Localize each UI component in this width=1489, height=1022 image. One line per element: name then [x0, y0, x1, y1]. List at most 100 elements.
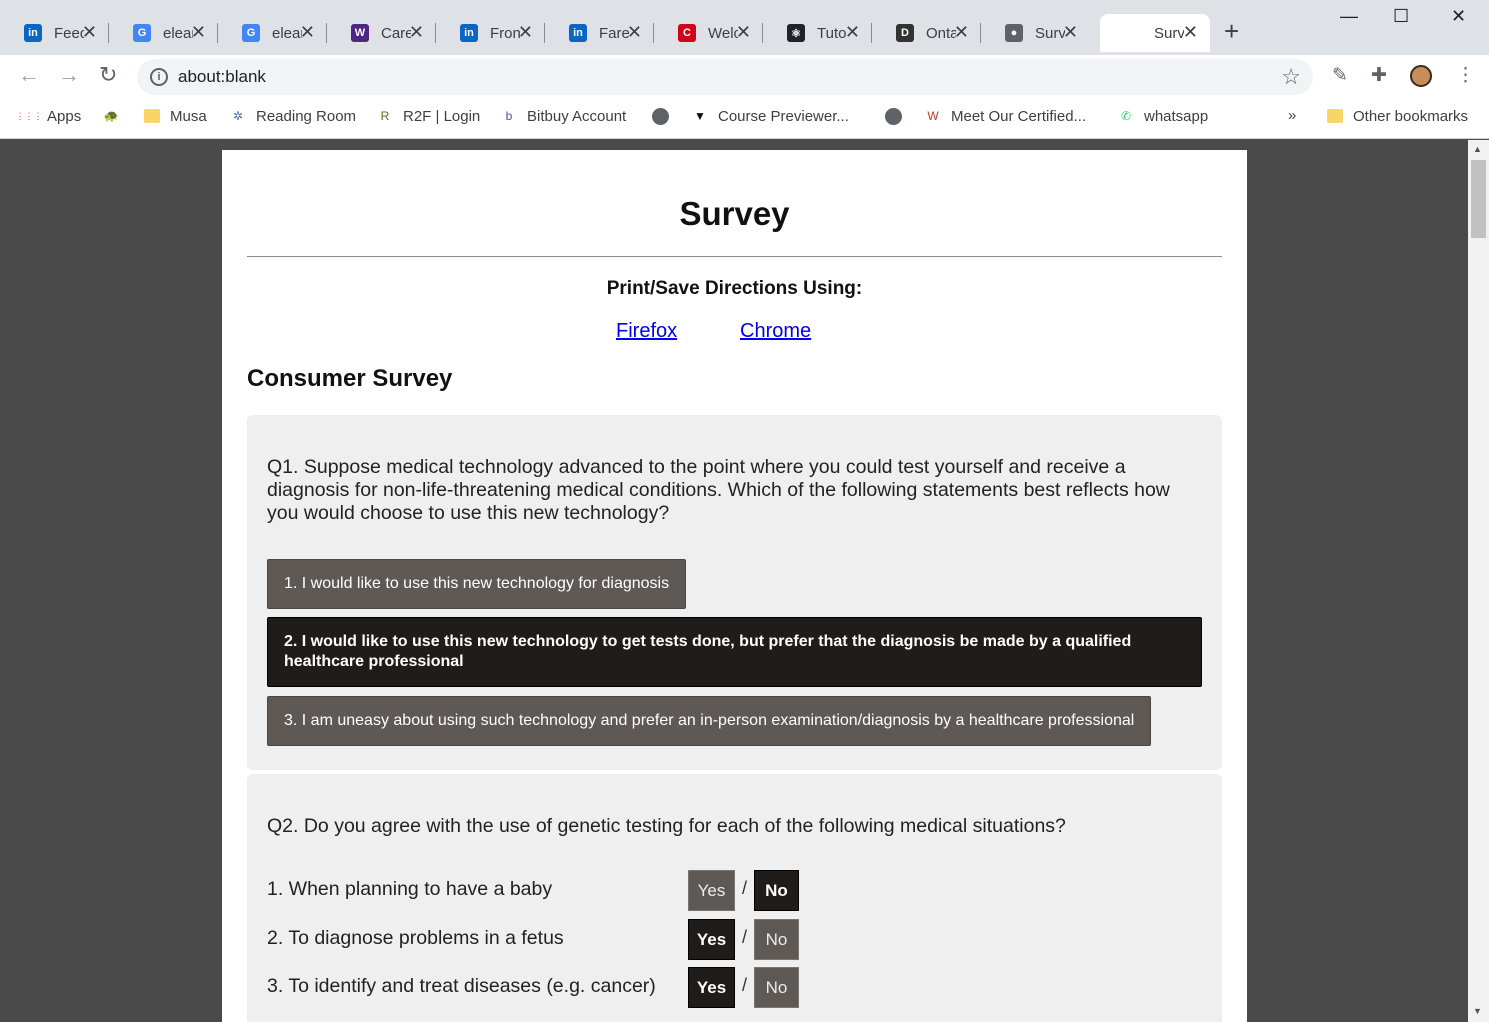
q1-option-3[interactable]: 3. I am uneasy about using such technolo…: [267, 696, 1152, 746]
q1-option-2[interactable]: 2. I would like to use this new technolo…: [267, 617, 1202, 687]
bookmark-item[interactable]: Musa: [143, 107, 207, 125]
bookmark-label: Apps: [47, 107, 82, 125]
no-button[interactable]: No: [754, 870, 799, 911]
bookmark-item[interactable]: W Meet Our Certified...: [924, 107, 1086, 125]
close-tab-icon[interactable]: ✕: [409, 23, 424, 41]
browser-toolbar: ← → ↻ i about:blank ☆ ✎ ✚ ⋮: [0, 55, 1489, 97]
tab[interactable]: Geleanor✕: [218, 14, 327, 52]
survey-heading: Consumer Survey: [247, 365, 453, 392]
close-tab-icon[interactable]: ✕: [191, 23, 206, 41]
close-tab-icon[interactable]: ✕: [736, 23, 751, 41]
c-icon: C: [678, 24, 696, 42]
divider: [247, 256, 1222, 257]
western-icon: W: [351, 24, 369, 42]
scroll-up-icon[interactable]: ▲: [1473, 144, 1482, 154]
bookmark-label: Reading Room: [256, 107, 357, 125]
bookmark-item[interactable]: ✲ Reading Room: [229, 107, 356, 125]
back-icon[interactable]: ←: [18, 62, 40, 88]
firefox-link[interactable]: Firefox: [616, 320, 677, 343]
blank-icon: [1124, 24, 1142, 42]
profile-avatar[interactable]: [1410, 65, 1432, 87]
yes-no-separator: /: [742, 975, 748, 995]
info-icon[interactable]: i: [150, 68, 168, 86]
address-bar[interactable]: i about:blank ☆: [137, 59, 1313, 95]
folder-icon: [143, 107, 161, 125]
forward-icon[interactable]: →: [58, 62, 80, 88]
tab[interactable]: Geleanor✕: [109, 14, 218, 52]
bitbuy-icon: b: [505, 109, 513, 123]
globe-icon: [884, 107, 902, 125]
q1-option-1[interactable]: 1. I would like to use this new technolo…: [267, 559, 687, 609]
tab[interactable]: C Welcome✕: [654, 14, 763, 52]
page-title: Survey: [679, 195, 790, 232]
extensions-icon[interactable]: ✚: [1371, 64, 1387, 87]
r2f-icon: R: [380, 109, 390, 123]
more-bookmarks-button[interactable]: »: [1288, 107, 1296, 124]
bookmark-item[interactable]: b Bitbuy Account: [500, 107, 627, 125]
chrome-link[interactable]: Chrome: [740, 320, 811, 343]
close-tab-icon[interactable]: ✕: [518, 23, 533, 41]
close-tab-icon[interactable]: ✕: [1063, 23, 1078, 41]
scroll-down-icon[interactable]: ▼: [1473, 1006, 1482, 1016]
whatsapp-icon: ✆: [1120, 109, 1132, 123]
question-text: Q1. Suppose medical technology advanced …: [267, 456, 1170, 524]
tab[interactable]: Survey✕: [1100, 14, 1210, 52]
close-tab-icon[interactable]: ✕: [954, 23, 969, 41]
close-tab-icon[interactable]: ✕: [1183, 23, 1198, 41]
bookmark-item[interactable]: ✆ whatsapp: [1117, 107, 1208, 125]
yes-button[interactable]: Yes: [688, 919, 735, 960]
bookmark-label: Bitbuy Account: [527, 107, 627, 125]
close-tab-icon[interactable]: ✕: [627, 23, 642, 41]
print-directions-label: Print/Save Directions Using:: [606, 278, 863, 299]
tab-strip: inFeed✕Geleanor✕Geleanor✕WCareer✕inFront…: [0, 0, 1489, 55]
tab-title: Survey: [1035, 24, 1065, 42]
tab[interactable]: in Fare ✕: [545, 14, 654, 52]
address-url[interactable]: about:blank: [178, 67, 266, 87]
tab[interactable]: ● Survey✕: [981, 14, 1090, 52]
tab-title: Career: [381, 24, 411, 42]
yes-button[interactable]: Yes: [688, 967, 735, 1008]
tab-title: Front: [490, 24, 520, 42]
bookmark-star-icon[interactable]: ☆: [1281, 64, 1301, 90]
tab-title: Fare: [599, 24, 629, 42]
maximize-button[interactable]: ☐: [1393, 6, 1409, 27]
tab[interactable]: in Front✕: [436, 14, 545, 52]
bookmark-item[interactable]: ▼ Course Previewer...: [691, 107, 849, 125]
no-button[interactable]: No: [754, 919, 799, 960]
no-button[interactable]: No: [754, 967, 799, 1008]
other-bookmarks[interactable]: Other bookmarks: [1326, 107, 1468, 125]
bookmark-item[interactable]: [651, 107, 678, 125]
yes-button[interactable]: Yes: [688, 870, 735, 911]
scroll-thumb[interactable]: [1471, 160, 1486, 238]
q2-row-label: 2. To diagnose problems in a fetus: [267, 927, 564, 949]
bookmark-item[interactable]: 🐢: [102, 107, 129, 125]
q2-row-label: 1. When planning to have a baby: [267, 878, 553, 900]
menu-icon[interactable]: ⋮: [1456, 64, 1475, 87]
question-card-q2: Q2. Do you agree with the use of genetic…: [247, 774, 1222, 1022]
close-tab-icon[interactable]: ✕: [82, 23, 97, 41]
eyedropper-icon[interactable]: ✎: [1332, 64, 1348, 87]
tab-title: eleanor: [272, 24, 302, 42]
close-tab-icon[interactable]: ✕: [300, 23, 315, 41]
bookmark-item[interactable]: ⋮⋮⋮ Apps: [16, 107, 82, 125]
tab[interactable]: W Career✕: [327, 14, 436, 52]
google-icon: G: [133, 24, 151, 42]
new-tab-button[interactable]: +: [1224, 18, 1239, 44]
tab[interactable]: in Feed✕: [0, 14, 109, 52]
close-window-button[interactable]: ✕: [1451, 6, 1466, 27]
close-tab-icon[interactable]: ✕: [845, 23, 860, 41]
bookmark-item[interactable]: R R2F | Login: [376, 107, 481, 125]
course-icon: ▼: [694, 109, 706, 123]
dms-icon: D: [896, 24, 914, 42]
tab-title: eleanor: [163, 24, 193, 42]
google-icon: G: [242, 24, 260, 42]
bookmark-item[interactable]: [884, 107, 911, 125]
page-viewport: Survey Print/Save Directions Using: Fire…: [0, 140, 1468, 1022]
scrollbar[interactable]: ▲ ▼: [1468, 140, 1489, 1022]
tab[interactable]: ⚛ Tutorial✕: [763, 14, 872, 52]
reload-icon[interactable]: ↻: [99, 62, 117, 88]
minimize-button[interactable]: —: [1340, 6, 1358, 27]
tab-title: Feed: [54, 24, 84, 42]
globe-icon: [651, 107, 669, 125]
tab[interactable]: D Ontario✕: [872, 14, 981, 52]
